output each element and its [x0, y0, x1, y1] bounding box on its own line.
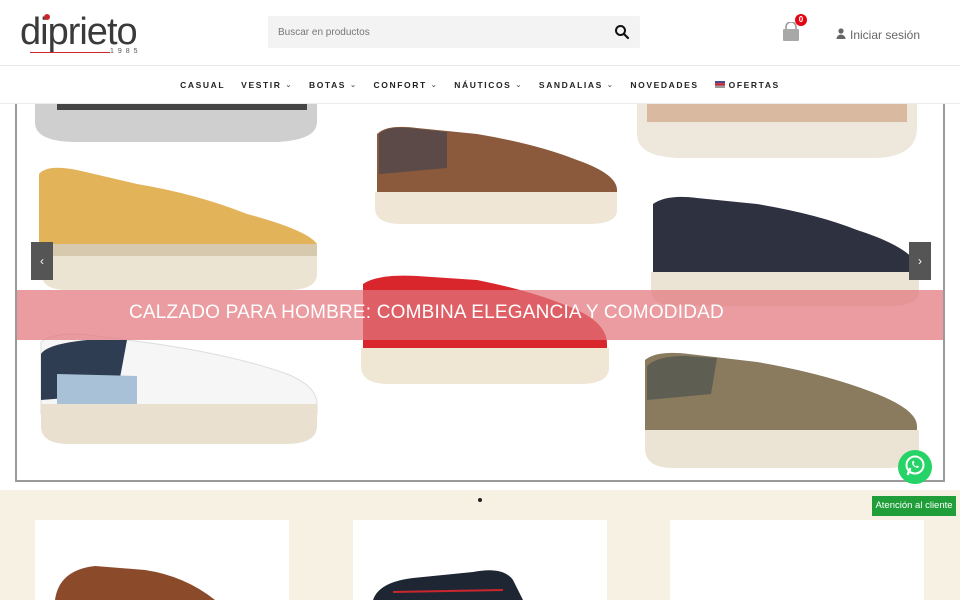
nav-item-novedades[interactable]: NOVEDADES — [622, 80, 706, 90]
chevron-down-icon: ⌄ — [285, 82, 293, 89]
slider-dot-indicator[interactable] — [478, 498, 482, 502]
whatsapp-icon — [904, 454, 926, 481]
user-icon — [836, 28, 846, 42]
nav-item-label: CONFORT — [373, 80, 427, 90]
nav-item-sandalias[interactable]: SANDALIAS ⌄ — [531, 80, 622, 90]
login-label: Iniciar sesión — [850, 28, 921, 42]
site-header: diprieto 1985 0 Iniciar sesión — [0, 0, 960, 66]
brand-logo[interactable]: diprieto 1985 — [20, 12, 160, 56]
nav-item-label: BOTAS — [308, 80, 347, 90]
hero-banner[interactable]: CALZADO PARA HOMBRE: COMBINA ELEGANCIA Y… — [17, 290, 943, 340]
login-link[interactable]: Iniciar sesión — [836, 28, 920, 42]
nav-item-label: NÁUTICOS — [454, 80, 512, 90]
chevron-down-icon: ⌄ — [430, 82, 439, 89]
nav-item-label: VESTIR — [241, 80, 282, 90]
main-nav: CASUAL VESTIR ⌄ BOTAS ⌄ CONFORT ⌄ NÁUTICOS ⌄… — [0, 66, 960, 104]
nav-item-botas[interactable]: BOTAS ⌄ — [301, 80, 366, 90]
chevron-down-icon: ⌄ — [515, 82, 523, 89]
slider-next-button[interactable]: › — [909, 242, 931, 280]
search-icon[interactable] — [614, 24, 630, 40]
flag-icon — [714, 80, 725, 90]
logo-text: diprieto — [20, 11, 138, 53]
logo-underline — [30, 52, 110, 53]
nav-item-label: SANDALIAS — [538, 80, 603, 90]
product-image — [55, 566, 215, 600]
hero-slider: CALZADO PARA HOMBRE: COMBINA ELEGANCIA Y… — [15, 104, 945, 482]
search-bar — [268, 16, 640, 48]
logo-year: 1985 — [110, 48, 142, 55]
product-image — [373, 570, 523, 600]
product-card[interactable] — [35, 520, 289, 600]
chevron-down-icon: ⌄ — [350, 82, 358, 89]
cart-button[interactable]: 0 — [780, 14, 810, 44]
slider-prev-button[interactable]: ‹ — [31, 242, 53, 280]
nav-item-label: CASUAL — [180, 80, 226, 90]
nav-item-label: OFERTAS — [728, 80, 780, 90]
product-card[interactable] — [353, 520, 607, 600]
nav-item-label: NOVEDADES — [630, 80, 699, 90]
cart-count-badge: 0 — [795, 14, 807, 26]
nav-item-vestir[interactable]: VESTIR ⌄ — [233, 80, 301, 90]
nav-item-nauticos[interactable]: NÁUTICOS ⌄ — [446, 80, 531, 90]
whatsapp-button[interactable] — [898, 450, 932, 484]
nav-item-ofertas[interactable]: OFERTAS — [707, 80, 788, 90]
logo-dot — [44, 14, 50, 20]
hero-banner-text: CALZADO PARA HOMBRE: COMBINA ELEGANCIA Y… — [129, 302, 724, 323]
product-card[interactable] — [670, 520, 924, 600]
chevron-down-icon: ⌄ — [606, 82, 615, 89]
nav-item-confort[interactable]: CONFORT ⌄ — [366, 80, 447, 90]
nav-item-casual[interactable]: CASUAL — [172, 80, 233, 90]
search-input[interactable] — [278, 16, 598, 48]
chevron-left-icon: ‹ — [40, 254, 44, 268]
customer-support-button[interactable]: Atención al cliente — [872, 496, 956, 516]
chevron-right-icon: › — [918, 254, 922, 268]
